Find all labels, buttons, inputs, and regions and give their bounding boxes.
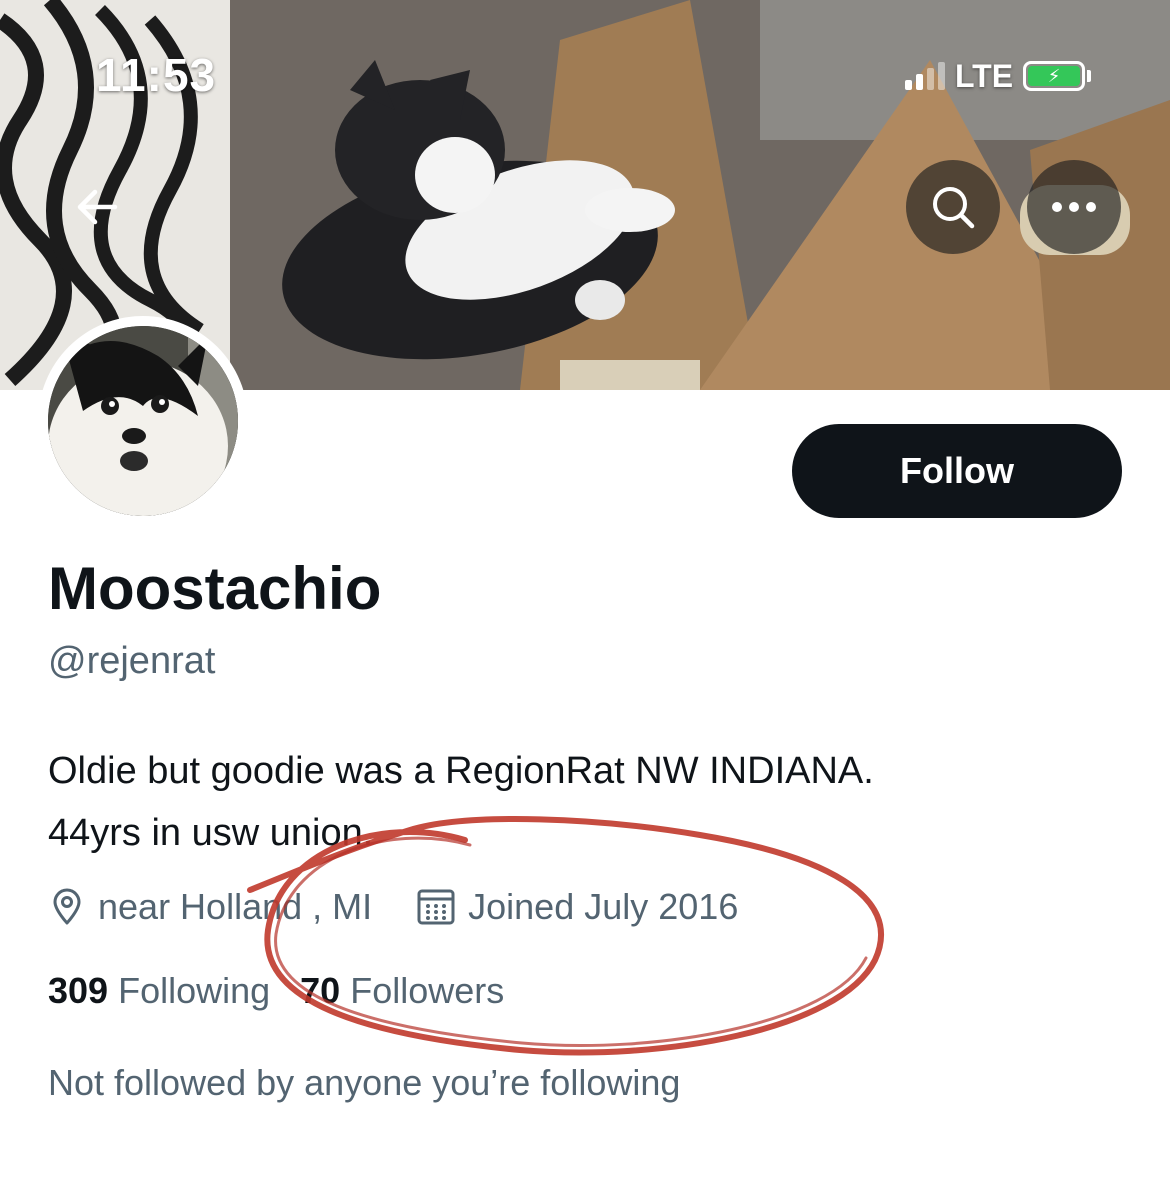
more-horizontal-icon	[1052, 202, 1096, 212]
joined-item: Joined July 2016	[416, 886, 738, 928]
joined-text: Joined July 2016	[468, 886, 739, 927]
bio-line: 44yrs in usw union.	[48, 812, 374, 854]
search-icon	[933, 187, 975, 229]
status-time: 11:53	[96, 49, 217, 101]
status-indicators: LTE ⚡	[905, 57, 1092, 94]
following-label: Following	[118, 970, 271, 1011]
profile-meta: near Holland , MI Joined July 2016	[48, 882, 738, 932]
following-count: 309	[48, 970, 109, 1011]
followers-count: 70	[300, 970, 341, 1011]
cellular-signal-icon	[905, 62, 945, 90]
avatar-image	[48, 326, 238, 516]
bio-line: Oldie but goodie was a RegionRat NW INDI…	[48, 750, 874, 792]
followed-by-note: Not followed by anyone you’re following	[48, 1062, 681, 1103]
followers-label: Followers	[350, 970, 505, 1011]
arrow-left-icon	[77, 189, 118, 225]
location-text: near Holland , MI	[98, 886, 373, 927]
calendar-icon	[417, 889, 455, 925]
battery-icon: ⚡	[1023, 61, 1086, 91]
user-handle: @rejenrat	[48, 640, 216, 682]
avatar[interactable]	[48, 326, 238, 516]
followers-link[interactable]: 70 Followers	[300, 970, 504, 1012]
following-link[interactable]: 309 Following	[48, 970, 270, 1012]
network-type: LTE	[955, 57, 1014, 94]
more-options-button[interactable]	[1027, 160, 1121, 254]
battery-cap	[1087, 70, 1092, 82]
profile-bio: Oldie but goodie was a RegionRat NW INDI…	[48, 740, 1128, 864]
display-name: Moostachio	[48, 555, 382, 622]
search-button[interactable]	[906, 160, 1000, 254]
back-button[interactable]	[50, 160, 144, 254]
avatar-ring	[38, 316, 248, 526]
follow-button[interactable]: Follow	[792, 424, 1122, 518]
location-item: near Holland , MI	[48, 886, 372, 928]
follow-stats: 309 Following 70 Followers	[48, 966, 504, 1016]
location-pin-icon	[53, 888, 81, 925]
